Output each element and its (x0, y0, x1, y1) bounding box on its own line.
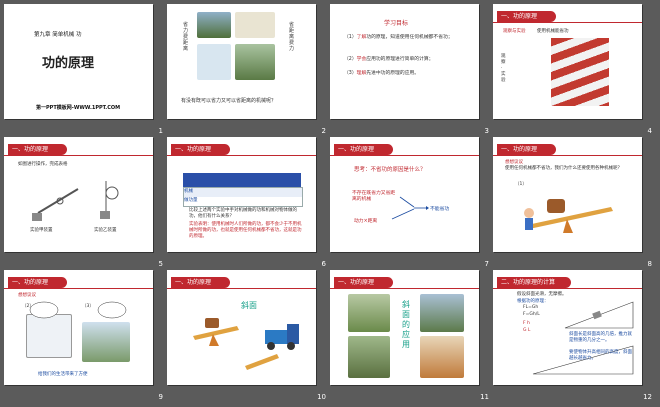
slide-thumbnail-5[interactable]: 一、功的原理 如图进行操作，完成表格 实验甲装置 实验乙装置 5 (4, 137, 167, 270)
note-1: 斜面长是斜面高的几倍，推力就是物重的几分之一。 (569, 332, 632, 343)
vertical-title: 斜面的应用 (402, 300, 410, 349)
photo-field (235, 44, 275, 80)
slide-thumbnail-8[interactable]: 一、功的原理 想想议议 使用任何机械都不省功，我们为什么还要使用各种机械呢？ （… (493, 137, 656, 270)
subheading-note: 使用机械能省功 (537, 29, 569, 34)
photo-highway (420, 294, 464, 332)
slide-number: 6 (321, 260, 326, 268)
photo-experiment (551, 38, 609, 106)
photo-mountain (197, 12, 231, 38)
slide-title: 功的原理 (42, 56, 95, 71)
caption-1: 实验甲装置 (30, 228, 53, 233)
arrow-diagram (391, 196, 429, 220)
slide-number: 10 (317, 393, 326, 401)
slide-thumbnail-3[interactable]: 学习目标 （1）了解功的原理，知道使用任何机械都不省功； （2）学会应用功的原理… (330, 4, 493, 137)
slide-thumbnail-1[interactable]: 第九章 简单机械 功 功的原理 第一PPT模板网-WWW.1PPT.COM 1 (4, 4, 167, 137)
incline-illustration (193, 318, 299, 370)
slide-number: 9 (158, 393, 163, 401)
side-label: 观察·实验 (501, 54, 506, 83)
section-banner: 一、功的原理 (334, 277, 393, 288)
objective-1: （1）了解功的原理，知道使用任何机械都不省功； (344, 35, 453, 40)
photo-winding-path (348, 336, 390, 378)
slide-number: 4 (647, 127, 652, 135)
photo-mountain-road (348, 294, 390, 332)
note-2: 要使物体升高相同的高度，斜面越长越省力。 (569, 350, 632, 361)
banner-rule (330, 288, 479, 289)
row-label-1: 机械 (184, 189, 193, 194)
chapter-label: 第九章 简单机械 功 (34, 32, 82, 38)
question-text: 有没有既可以省力又可以省距离的机械呢？ (181, 98, 277, 104)
table-body (183, 187, 303, 207)
slide-number: 5 (158, 260, 163, 268)
apparatus-diagram (32, 181, 119, 221)
objective-3: （3）理解先进中功的原理的应用。 (344, 71, 420, 76)
banner-rule (167, 155, 316, 156)
slide-number: 3 (484, 127, 489, 135)
slide-thumbnail-10[interactable]: 一、功的原理 斜面 10 (167, 270, 330, 403)
slide-canvas: 一、功的原理 斜面的应用 (330, 270, 479, 385)
photo-staircase (420, 336, 464, 378)
photo-hand-tool (235, 12, 275, 38)
left-vertical-label: 省力费距离 (183, 22, 189, 52)
slide-canvas: 一、功的原理 观察与实验 使用机械能省功 观察·实验 (493, 4, 642, 119)
slide-canvas: 一、功的原理 斜面 (167, 270, 316, 385)
seesaw-illustration (524, 199, 613, 233)
subheading: 观察与实验 (503, 29, 526, 34)
slide-canvas: 省力费距离 省距离费力 有没有既可以省力又可以省距离的机械呢？ (167, 4, 316, 119)
slide-thumbnail-4[interactable]: 一、功的原理 观察与实验 使用机械能省功 观察·实验 4 (493, 4, 656, 137)
slide-thumbnail-grid: 第九章 简单机械 功 功的原理 第一PPT模板网-WWW.1PPT.COM 1 … (4, 4, 656, 403)
speech-bubbles (29, 301, 127, 319)
footer-text: 给我们的生活带来了方便 (38, 372, 88, 377)
paragraph-2: 实验表明：使用机械时人们所做的功，都不会少于不用机械时所做的功，也就是使用任何机… (189, 222, 302, 239)
incline-diagrams (532, 301, 634, 375)
slide-canvas: 一、功的原理 机械 做功量 比较上述两个实验中手对机械做的功和机械对物体做的功，… (167, 137, 316, 252)
slide-thumbnail-2[interactable]: 省力费距离 省距离费力 有没有既可以省力又可以省距离的机械呢？ 2 (167, 4, 330, 137)
slide-number: 2 (321, 127, 326, 135)
section-banner: 一、功的原理 (497, 11, 556, 22)
photo-pulley (197, 44, 231, 80)
slide-number: 8 (647, 260, 652, 268)
slide-canvas: 一、功的原理 想想议议 使用任何机械都不省功，我们为什么还要使用各种机械呢？ （… (493, 137, 642, 252)
slide-thumbnail-7[interactable]: 一、功的原理 思考：不省功的原因是什么？ 不存在既省力又省距离的机械 动力×距离… (330, 137, 493, 270)
heading: 学习目标 (384, 20, 409, 27)
slide-canvas: 一、功的原理 思考：不省功的原因是什么？ 不存在既省力又省距离的机械 动力×距离… (330, 137, 479, 252)
slide-canvas: 第九章 简单机械 功 功的原理 第一PPT模板网-WWW.1PPT.COM (4, 4, 153, 119)
section-banner: 一、功的原理 (171, 144, 230, 155)
conclusion-text: 不能省功 (430, 207, 450, 212)
objective-2: （2）学会应用功的原理进行简单的计算； (344, 57, 434, 62)
slide-thumbnail-9[interactable]: 一、功的原理 想想议议 （2） （3） 给我们的生活带来了方便 9 (4, 270, 167, 403)
slide-thumbnail-12[interactable]: 二、功的原理的计算 假设斜面光滑，无摩擦。 根据功的原理： FL=Gh F=Gh… (493, 270, 656, 403)
slide-canvas: 一、功的原理 如图进行操作，完成表格 实验甲装置 实验乙装置 (4, 137, 153, 252)
slide-number: 1 (158, 127, 163, 135)
slide-number: 11 (480, 393, 489, 401)
row-label-2: 做功量 (184, 198, 198, 203)
paragraph-1: 比较上述两个实验中手对机械做的功和机械对物体做的功，他们有什么关系？ (189, 208, 297, 219)
slide-canvas: 一、功的原理 想想议议 （2） （3） 给我们的生活带来了方便 (4, 270, 153, 385)
slide-thumbnail-6[interactable]: 一、功的原理 机械 做功量 比较上述两个实验中手对机械做的功和机械对物体做的功，… (167, 137, 330, 270)
table-header (183, 173, 301, 187)
footer-text: 第一PPT模板网-WWW.1PPT.COM (36, 105, 121, 111)
slide-number: 7 (484, 260, 489, 268)
caption-2: 实验乙装置 (94, 228, 117, 233)
slide-number: 12 (643, 393, 652, 401)
slide-canvas: 二、功的原理的计算 假设斜面光滑，无摩擦。 根据功的原理： FL=Gh F=Gh… (493, 270, 642, 385)
banner-rule (493, 22, 642, 23)
slide-thumbnail-11[interactable]: 一、功的原理 斜面的应用 11 (330, 270, 493, 403)
slide-canvas: 学习目标 （1）了解功的原理，知道使用任何机械都不省功； （2）学会应用功的原理… (330, 4, 479, 119)
right-vertical-label: 省距离费力 (289, 22, 295, 52)
